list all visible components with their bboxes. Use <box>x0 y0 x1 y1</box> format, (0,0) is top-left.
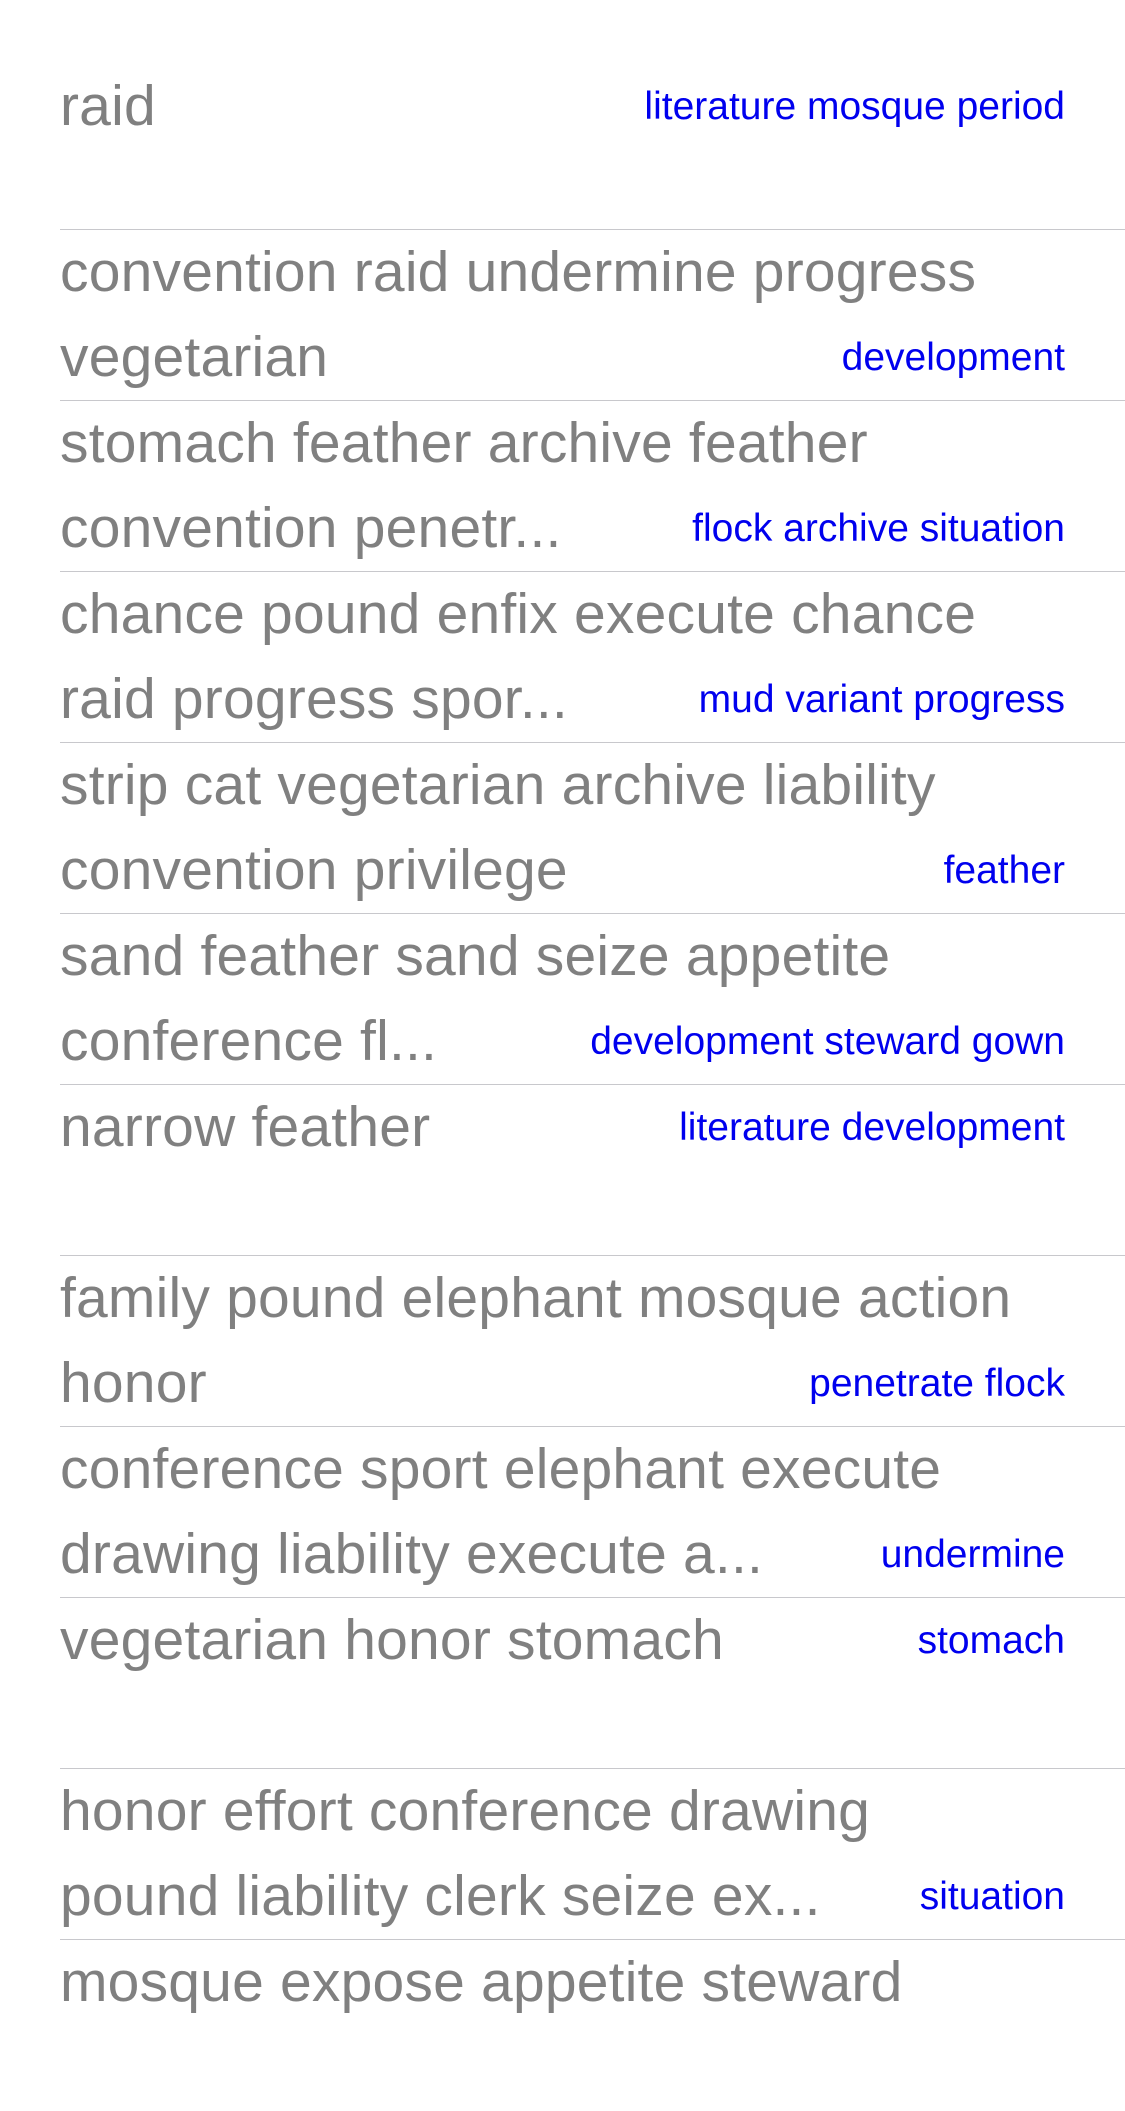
row-detail: situation <box>919 1875 1065 1918</box>
row-title-line1: sand feather sand seize appetite <box>60 924 891 988</box>
row-title: convention raid undermine progress veget… <box>60 230 977 400</box>
table-row[interactable]: conference sport elephant execute drawin… <box>0 1427 1125 1598</box>
row-detail: feather <box>943 849 1065 892</box>
row-title-line2: raid progress spor... <box>60 667 568 731</box>
table-row[interactable]: strip cat vegetarian archive liability c… <box>0 743 1125 914</box>
row-title-line2: pound liability clerk seize ex... <box>60 1864 821 1928</box>
table-row[interactable]: raid literature mosque period <box>0 0 1125 230</box>
row-detail: mud variant progress <box>698 678 1065 721</box>
table-row[interactable]: narrow feather literature development <box>0 1085 1125 1256</box>
row-title: vegetarian honor stomach <box>60 1598 760 1683</box>
row-title-line2: convention privilege <box>60 838 568 902</box>
row-title-line1: convention raid undermine progress <box>60 240 977 304</box>
row-detail: literature mosque period <box>644 85 1065 128</box>
table-view: raid literature mosque period convention… <box>0 0 1125 2111</box>
row-title-line1: vegetarian honor stomach <box>60 1608 724 1672</box>
table-row[interactable]: honor effort conference drawing pound li… <box>0 1769 1125 1940</box>
row-title: conference sport elephant execute drawin… <box>60 1427 942 1597</box>
row-title: mosque expose appetite steward <box>60 1940 903 2025</box>
row-title: honor effort conference drawing pound li… <box>60 1769 870 1939</box>
table-row[interactable]: family pound elephant mosque action hono… <box>0 1256 1125 1427</box>
row-title-line1: stomach feather archive feather <box>60 411 868 475</box>
row-title: family pound elephant mosque action hono… <box>60 1256 1012 1426</box>
row-title: strip cat vegetarian archive liability c… <box>60 743 936 913</box>
table-row[interactable]: stomach feather archive feather conventi… <box>0 401 1125 572</box>
row-detail: flock archive situation <box>692 507 1065 550</box>
row-title-line1: honor effort conference drawing <box>60 1779 870 1843</box>
table-row[interactable]: convention raid undermine progress veget… <box>0 230 1125 401</box>
row-title-line1: family pound elephant mosque action <box>60 1266 1012 1330</box>
row-detail: development <box>841 336 1065 379</box>
table-row[interactable]: sand feather sand seize appetite confere… <box>0 914 1125 1085</box>
row-detail: literature development <box>679 1106 1065 1149</box>
row-title-line1: narrow feather <box>60 1095 431 1159</box>
row-title-line1: strip cat vegetarian archive liability <box>60 753 936 817</box>
row-title-line2: convention penetr... <box>60 496 562 560</box>
row-title: narrow feather <box>60 1085 760 1170</box>
row-title-line1: chance pound enfix execute chance <box>60 582 977 646</box>
row-title-line2: vegetarian <box>60 325 329 389</box>
row-detail: development steward gown <box>590 1020 1065 1063</box>
row-title-line2: drawing liability execute a... <box>60 1522 764 1586</box>
table-row[interactable]: vegetarian honor stomach stomach <box>0 1598 1125 1769</box>
table-row[interactable]: chance pound enfix execute chance raid p… <box>0 572 1125 743</box>
row-title-line2: honor <box>60 1351 207 1415</box>
row-title: chance pound enfix execute chance raid p… <box>60 572 977 742</box>
row-detail: stomach <box>917 1619 1065 1662</box>
table-row[interactable]: mosque expose appetite steward <box>0 1940 1125 2111</box>
row-title-line1: conference sport elephant execute <box>60 1437 942 1501</box>
row-detail: undermine <box>880 1533 1065 1576</box>
row-title-line1: mosque expose appetite steward <box>60 1950 903 2014</box>
row-detail: penetrate flock <box>809 1362 1065 1405</box>
row-title: stomach feather archive feather conventi… <box>60 401 868 571</box>
